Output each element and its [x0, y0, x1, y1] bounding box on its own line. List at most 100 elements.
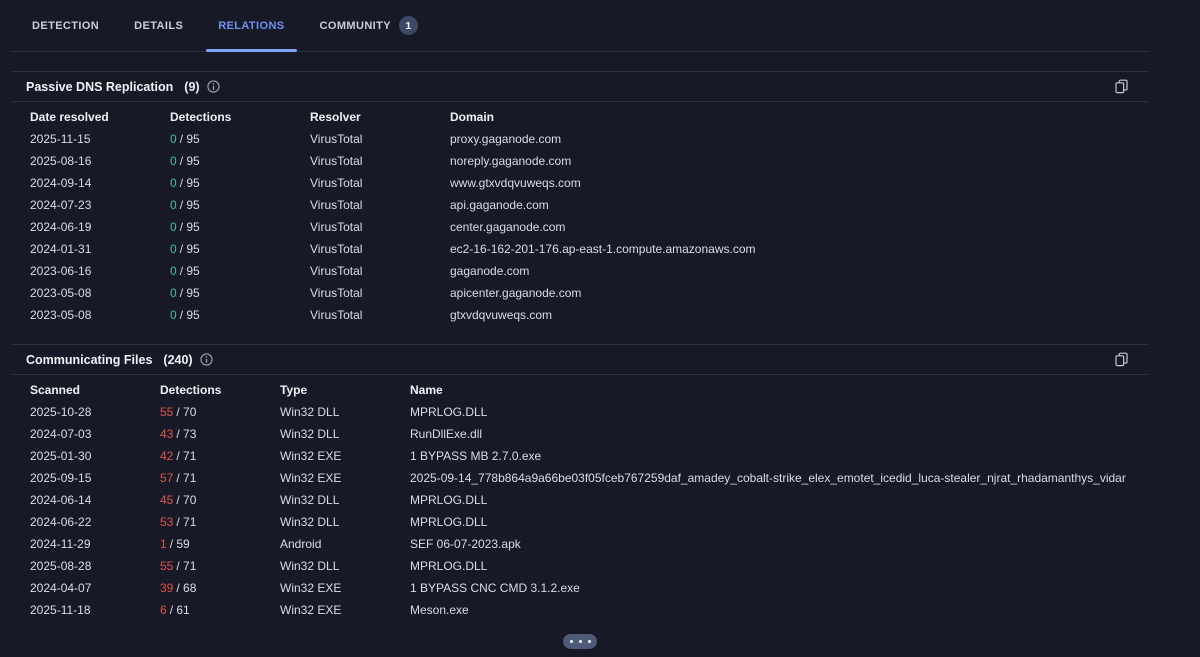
communicating-files-rows: 2025-10-28 55/ 70 Win32 DLL MPRLOG.DLL 2…	[30, 401, 1148, 621]
passive-dns-rows: 2025-11-15 0/ 95 VirusTotal proxy.gagano…	[30, 128, 1148, 326]
col-type: Type	[280, 383, 308, 397]
detections-count: 0	[170, 198, 177, 212]
tab-details[interactable]: DETAILS	[122, 0, 195, 51]
detections-total: / 95	[179, 198, 200, 212]
passive-dns-section: Passive DNS Replication (9) Date resolve…	[12, 71, 1148, 326]
file-name-link[interactable]: MPRLOG.DLL	[410, 401, 1148, 423]
table-row: 2024-01-31 0/ 95 VirusTotal ec2-16-162-2…	[30, 238, 1148, 260]
detections-cell: 55/ 70	[160, 401, 280, 423]
tab-relations[interactable]: RELATIONS	[206, 0, 297, 52]
date-resolved-cell: 2023-06-16	[30, 264, 92, 278]
file-name-link[interactable]: MPRLOG.DLL	[410, 555, 1148, 577]
tab-label: DETAILS	[134, 19, 184, 32]
col-detections: Detections	[170, 110, 232, 124]
scanned-date-cell: 2025-11-18	[30, 603, 91, 617]
domain-link[interactable]: proxy.gaganode.com	[450, 128, 1148, 150]
file-name-link[interactable]: 2025-09-14_778b864a9a66be03f05fceb767259…	[410, 467, 1148, 489]
resolver-cell: VirusTotal	[310, 154, 363, 168]
date-resolved-cell: 2023-05-08	[30, 286, 92, 300]
col-domain: Domain	[450, 110, 495, 124]
detections-count: 0	[170, 308, 177, 322]
col-name: Name	[410, 383, 443, 397]
detections-cell: 0/ 95	[170, 304, 310, 326]
file-type-cell: Win32 DLL	[280, 515, 340, 529]
tab-detection[interactable]: DETECTION	[20, 0, 111, 51]
tab-community[interactable]: COMMUNITY 1	[308, 0, 430, 51]
resolver-cell: VirusTotal	[310, 286, 363, 300]
detections-cell: 39/ 68	[160, 577, 280, 599]
detections-total: / 95	[179, 132, 200, 146]
detections-cell: 0/ 95	[170, 172, 310, 194]
detections-count: 0	[170, 220, 177, 234]
section-count: (240)	[163, 352, 193, 367]
detections-cell: 0/ 95	[170, 238, 310, 260]
domain-link[interactable]: api.gaganode.com	[450, 194, 1148, 216]
domain-link[interactable]: center.gaganode.com	[450, 216, 1148, 238]
resolver-cell: VirusTotal	[310, 176, 363, 190]
detections-count: 6	[160, 603, 167, 617]
table-row: 2024-06-22 53/ 71 Win32 DLL MPRLOG.DLL	[30, 511, 1148, 533]
detections-cell: 53/ 71	[160, 511, 280, 533]
table-row: 2025-08-16 0/ 95 VirusTotal noreply.gaga…	[30, 150, 1148, 172]
detections-count: 55	[160, 405, 174, 419]
tab-label: DETECTION	[32, 19, 100, 32]
detections-total: / 70	[176, 405, 197, 419]
scanned-date-cell: 2024-06-22	[30, 515, 92, 529]
domain-link[interactable]: gaganode.com	[450, 260, 1148, 282]
file-name-link[interactable]: 1 BYPASS MB 2.7.0.exe	[410, 445, 1148, 467]
col-scanned: Scanned	[30, 383, 81, 397]
table-row: 2024-07-03 43/ 73 Win32 DLL RunDllExe.dl…	[30, 423, 1148, 445]
copy-icon[interactable]	[1115, 352, 1128, 367]
detections-cell: 0/ 95	[170, 282, 310, 304]
file-name-link[interactable]: 1 BYPASS CNC CMD 3.1.2.exe	[410, 577, 1148, 599]
detections-count: 0	[170, 154, 177, 168]
file-name-link[interactable]: RunDllExe.dll	[410, 423, 1148, 445]
info-circle-icon[interactable]	[199, 353, 213, 366]
table-row: 2023-06-16 0/ 95 VirusTotal gaganode.com	[30, 260, 1148, 282]
table-row: 2023-05-08 0/ 95 VirusTotal apicenter.ga…	[30, 282, 1148, 304]
file-type-cell: Win32 DLL	[280, 559, 340, 573]
domain-link[interactable]: gtxvdqvuweqs.com	[450, 304, 1148, 326]
load-more-button[interactable]	[563, 634, 597, 649]
table-row: 2025-11-15 0/ 95 VirusTotal proxy.gagano…	[30, 128, 1148, 150]
domain-link[interactable]: apicenter.gaganode.com	[450, 282, 1148, 304]
detections-cell: 45/ 70	[160, 489, 280, 511]
detections-total: / 95	[179, 176, 200, 190]
detections-cell: 55/ 71	[160, 555, 280, 577]
info-circle-icon[interactable]	[206, 80, 220, 93]
domain-link[interactable]: noreply.gaganode.com	[450, 150, 1148, 172]
detections-cell: 43/ 73	[160, 423, 280, 445]
detections-count: 53	[160, 515, 174, 529]
copy-icon[interactable]	[1115, 79, 1128, 94]
detections-cell: 42/ 71	[160, 445, 280, 467]
date-resolved-cell: 2024-07-23	[30, 198, 92, 212]
table-row: 2025-10-28 55/ 70 Win32 DLL MPRLOG.DLL	[30, 401, 1148, 423]
detections-count: 39	[160, 581, 174, 595]
detections-total: / 71	[176, 449, 197, 463]
table-row: 2024-06-19 0/ 95 VirusTotal center.gagan…	[30, 216, 1148, 238]
scanned-date-cell: 2024-11-29	[30, 537, 91, 551]
detections-count: 0	[170, 176, 177, 190]
detections-count: 0	[170, 286, 177, 300]
passive-dns-header: Passive DNS Replication (9)	[12, 71, 1148, 102]
section-title: Passive DNS Replication	[26, 79, 174, 94]
table-row: 2024-04-07 39/ 68 Win32 EXE 1 BYPASS CNC…	[30, 577, 1148, 599]
date-resolved-cell: 2025-11-15	[30, 132, 91, 146]
file-name-link[interactable]: Meson.exe	[410, 599, 1148, 621]
file-name-link[interactable]: MPRLOG.DLL	[410, 489, 1148, 511]
file-name-link[interactable]: SEF 06-07-2023.apk	[410, 533, 1148, 555]
detections-cell: 0/ 95	[170, 194, 310, 216]
file-type-cell: Win32 DLL	[280, 493, 340, 507]
resolver-cell: VirusTotal	[310, 242, 363, 256]
detections-count: 42	[160, 449, 174, 463]
detections-count: 55	[160, 559, 174, 573]
scanned-date-cell: 2024-07-03	[30, 427, 92, 441]
domain-link[interactable]: www.gtxvdqvuweqs.com	[450, 172, 1148, 194]
domain-link[interactable]: ec2-16-162-201-176.ap-east-1.compute.ama…	[450, 238, 1148, 260]
col-resolver: Resolver	[310, 110, 361, 124]
resolver-cell: VirusTotal	[310, 198, 363, 212]
scanned-date-cell: 2024-06-14	[30, 493, 92, 507]
detections-total: / 73	[176, 427, 197, 441]
file-name-link[interactable]: MPRLOG.DLL	[410, 511, 1148, 533]
col-date-resolved: Date resolved	[30, 110, 109, 124]
